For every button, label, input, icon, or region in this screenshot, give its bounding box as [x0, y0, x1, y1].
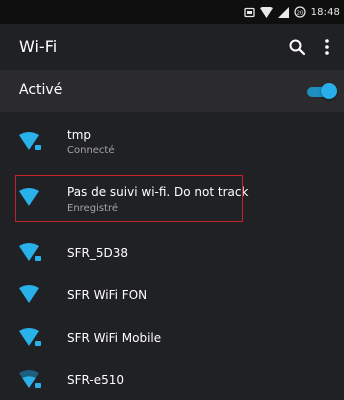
switch-thumb: [321, 83, 337, 99]
network-item-sfr-wifi-mobile[interactable]: SFR WiFi Mobile: [0, 318, 344, 358]
wifi-toggle-switch[interactable]: [305, 83, 337, 99]
network-name: SFR WiFi Mobile: [67, 331, 162, 345]
data-saver-badge: 20: [296, 10, 303, 16]
network-name: tmp: [67, 128, 92, 142]
status-bar: 20 18:48: [0, 0, 344, 24]
wifi-signal-icon: [259, 6, 273, 18]
app-bar: Wi-Fi: [0, 24, 344, 70]
network-item-sfr-5d38[interactable]: SFR_5D38: [0, 233, 344, 273]
search-icon[interactable]: [288, 38, 306, 56]
network-status: Connecté: [67, 145, 115, 156]
status-icons: 20 18:48: [244, 3, 340, 21]
network-item-sfr-wifi-fon[interactable]: SFR WiFi FON: [0, 275, 344, 315]
network-item-tmp[interactable]: tmp Connecté: [0, 122, 344, 162]
status-time: 18:48: [310, 6, 340, 18]
page-title: Wi-Fi: [19, 37, 58, 56]
highlight-box: [15, 175, 243, 222]
cast-icon: [244, 7, 255, 18]
network-item-sfr-e510[interactable]: SFR-e510: [0, 360, 344, 400]
network-name: SFR-e510: [67, 373, 124, 387]
wifi-secured-icon: [18, 131, 42, 153]
network-name: SFR_5D38: [67, 246, 129, 260]
cell-signal-icon: [277, 6, 289, 18]
more-vert-icon[interactable]: [323, 37, 331, 57]
wifi-secured-icon: [18, 242, 42, 264]
wifi-toggle-label: Activé: [19, 82, 63, 98]
wifi-toggle-row[interactable]: Activé: [0, 70, 344, 112]
data-saver-icon: 20: [294, 6, 306, 18]
wifi-secured-icon: [18, 327, 42, 349]
wifi-secured-weak-icon: [18, 369, 42, 391]
wifi-open-icon: [18, 284, 42, 306]
network-name: SFR WiFi FON: [67, 288, 148, 302]
